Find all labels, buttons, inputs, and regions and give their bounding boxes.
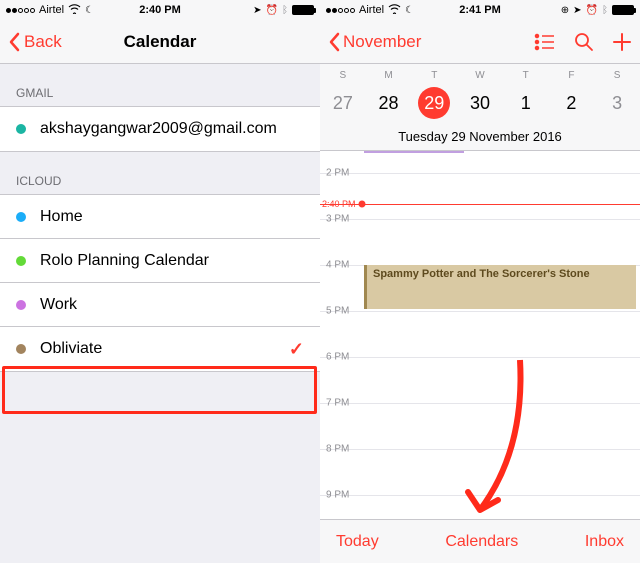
right-screenshot: Airtel ☾ 2:41 PM ⊕ ➤ ⏰ ᛒ November	[320, 0, 640, 563]
signal-dots	[326, 8, 355, 13]
wifi-icon	[388, 4, 401, 17]
hour-label: 7 PM	[326, 398, 349, 409]
left-screenshot: Airtel ☾ 2:40 PM ➤ ⏰ ᛒ Back Calendar GMA…	[0, 0, 320, 563]
inbox-button[interactable]: Inbox	[585, 533, 624, 551]
hour-label: 4 PM	[326, 260, 349, 271]
date-label: Tuesday 29 November 2016	[320, 125, 640, 151]
calendar-event[interactable]: Spammy Potter and The Sorcerer's Stone	[364, 265, 636, 309]
calendar-color-dot	[16, 300, 26, 310]
calendar-row[interactable]: Rolo Planning Calendar	[0, 239, 320, 283]
day-cell[interactable]: 27	[320, 87, 366, 119]
calendar-row[interactable]: Obliviate ✓	[0, 327, 320, 371]
day-cell[interactable]: 1	[503, 87, 549, 119]
calendar-row[interactable]: Home	[0, 195, 320, 239]
alarm-icon: ⏰	[586, 5, 598, 16]
calendar-label: akshaygangwar2009@gmail.com	[40, 120, 277, 138]
list-view-icon[interactable]	[534, 33, 556, 51]
chevron-left-icon	[328, 32, 340, 52]
weekday-label: S	[594, 70, 640, 81]
weekday-label: M	[366, 70, 412, 81]
day-cell[interactable]: 2	[549, 87, 595, 119]
battery-icon	[292, 5, 314, 15]
alarm-icon: ⏰	[266, 5, 278, 16]
weekday-label: T	[411, 70, 457, 81]
carrier: Airtel	[359, 4, 384, 16]
calendar-color-dot	[16, 344, 26, 354]
calendar-event[interactable]	[364, 151, 464, 153]
calendar-label: Rolo Planning Calendar	[40, 252, 209, 270]
schedule-view[interactable]: 2 PM 3 PM 4 PM 5 PM 6 PM 7 PM 8 PM 9 PM 2:40 PM S…	[320, 151, 640, 531]
calendar-color-dot	[16, 256, 26, 266]
now-label: 2:40 PM	[322, 199, 356, 209]
back-label: Back	[24, 32, 62, 52]
hour-label: 3 PM	[326, 214, 349, 225]
day-cell[interactable]: 3	[594, 87, 640, 119]
calendar-label: Home	[40, 208, 83, 226]
calendar-label: Work	[40, 296, 77, 314]
hour-label: 8 PM	[326, 444, 349, 455]
month-back-button[interactable]: November	[328, 32, 421, 52]
status-time: 2:41 PM	[459, 4, 501, 16]
hour-label: 5 PM	[326, 306, 349, 317]
location-icon: ➤	[573, 5, 581, 16]
bluetooth-icon: ᛒ	[282, 5, 288, 16]
back-button[interactable]: Back	[8, 32, 62, 52]
wifi-icon	[68, 4, 81, 17]
days-row: 27282930123	[320, 83, 640, 125]
weekday-header: SMTWTFS	[320, 64, 640, 83]
weekday-label: T	[503, 70, 549, 81]
checkmark-icon: ✓	[289, 339, 304, 360]
location-icon: ➤	[253, 5, 261, 16]
dnd-icon: ☾	[405, 5, 414, 16]
dnd-icon: ☾	[85, 5, 94, 16]
calendar-row[interactable]: akshaygangwar2009@gmail.com	[0, 107, 320, 151]
bluetooth-icon: ᛒ	[602, 5, 608, 16]
search-icon[interactable]	[574, 32, 594, 52]
weekday-label: F	[549, 70, 595, 81]
compass-icon: ⊕	[561, 5, 569, 16]
battery-icon	[612, 5, 634, 15]
add-icon[interactable]	[612, 32, 632, 52]
today-button[interactable]: Today	[336, 533, 379, 551]
calendar-label: Obliviate	[40, 340, 102, 358]
signal-dots	[6, 8, 35, 13]
status-bar: Airtel ☾ 2:40 PM ➤ ⏰ ᛒ	[0, 0, 320, 20]
section-header: ICLOUD	[0, 152, 320, 194]
calendar-row[interactable]: Work	[0, 283, 320, 327]
day-cell[interactable]: 30	[457, 87, 503, 119]
bottom-toolbar: Today Calendars Inbox	[320, 519, 640, 563]
calendars-button[interactable]: Calendars	[445, 533, 518, 551]
day-cell[interactable]: 29	[411, 87, 457, 119]
hour-label: 2 PM	[326, 168, 349, 179]
nav-title: Calendar	[124, 32, 197, 52]
hour-label: 6 PM	[326, 352, 349, 363]
month-label: November	[343, 32, 421, 52]
status-bar: Airtel ☾ 2:41 PM ⊕ ➤ ⏰ ᛒ	[320, 0, 640, 20]
nav-bar: November	[320, 20, 640, 64]
calendar-color-dot	[16, 124, 26, 134]
weekday-label: S	[320, 70, 366, 81]
weekday-label: W	[457, 70, 503, 81]
annotation-highlight	[2, 366, 317, 414]
status-time: 2:40 PM	[139, 4, 181, 16]
hour-label: 9 PM	[326, 490, 349, 501]
carrier: Airtel	[39, 4, 64, 16]
calendar-color-dot	[16, 212, 26, 222]
chevron-left-icon	[8, 32, 20, 52]
day-cell[interactable]: 28	[366, 87, 412, 119]
nav-bar: Back Calendar	[0, 20, 320, 64]
section-header: GMAIL	[0, 64, 320, 106]
